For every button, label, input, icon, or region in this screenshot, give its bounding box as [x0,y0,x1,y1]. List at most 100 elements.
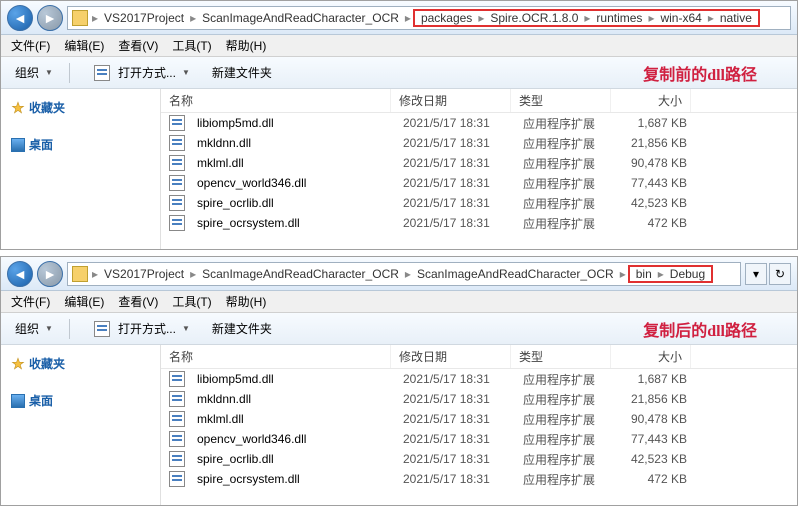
menu-tools[interactable]: 工具(T) [166,291,217,312]
dll-file-icon [169,431,185,447]
menu-help[interactable]: 帮助(H) [220,291,273,312]
table-row[interactable]: spire_ocrsystem.dll2021/5/17 18:31应用程序扩展… [161,213,797,233]
dropdown-button[interactable]: ▾ [745,263,767,285]
table-row[interactable]: libiomp5md.dll2021/5/17 18:31应用程序扩展1,687… [161,113,797,133]
col-type[interactable]: 类型 [511,345,611,368]
organize-button[interactable]: 组织▼ [9,62,59,83]
breadcrumb-item[interactable]: ScanImageAndReadCharacter_OCR [198,267,403,281]
breadcrumb-item[interactable]: VS2017Project [100,267,188,281]
explorer-window-top: ◄ ► ▸ VS2017Project ▸ ScanImageAndReadCh… [0,0,798,250]
menu-file[interactable]: 文件(F) [5,291,56,312]
breadcrumb-item[interactable]: Spire.OCR.1.8.0 [486,11,582,25]
breadcrumb[interactable]: ▸ VS2017Project ▸ ScanImageAndReadCharac… [67,262,741,286]
chevron-right-icon: ▸ [403,11,413,25]
chevron-right-icon: ▸ [706,11,716,25]
file-type: 应用程序扩展 [515,391,615,408]
chevron-right-icon: ▸ [656,267,666,281]
file-name: mkldnn.dll [189,392,395,406]
sidebar-label: 桌面 [29,136,53,153]
file-size: 472 KB [615,216,695,230]
breadcrumb-item[interactable]: packages [417,11,476,25]
dll-file-icon [169,451,185,467]
refresh-button[interactable]: ↻ [769,263,791,285]
file-size: 42,523 KB [615,196,695,210]
table-row[interactable]: spire_ocrlib.dll2021/5/17 18:31应用程序扩展42,… [161,449,797,469]
chevron-down-icon: ▼ [182,68,190,77]
file-name: opencv_world346.dll [189,432,395,446]
file-type: 应用程序扩展 [515,411,615,428]
col-size[interactable]: 大小 [611,89,691,112]
menu-edit[interactable]: 编辑(E) [58,35,110,56]
file-name: mkldnn.dll [189,136,395,150]
back-button[interactable]: ◄ [7,5,33,31]
new-folder-button[interactable]: 新建文件夹 [206,62,278,83]
back-button[interactable]: ◄ [7,261,33,287]
menu-help[interactable]: 帮助(H) [220,35,273,56]
breadcrumb-item[interactable]: native [716,11,756,25]
desktop-icon [11,138,25,152]
col-type[interactable]: 类型 [511,89,611,112]
file-name: spire_ocrlib.dll [189,452,395,466]
sidebar-favorites[interactable]: 收藏夹 [7,351,154,376]
forward-button[interactable]: ► [37,261,63,287]
breadcrumb[interactable]: ▸ VS2017Project ▸ ScanImageAndReadCharac… [67,6,791,30]
file-size: 90,478 KB [615,156,695,170]
file-type: 应用程序扩展 [515,371,615,388]
chevron-right-icon: ▸ [188,267,198,281]
breadcrumb-item[interactable]: Debug [666,267,709,281]
menu-view[interactable]: 查看(V) [112,291,164,312]
sidebar-desktop[interactable]: 桌面 [7,388,154,413]
file-date: 2021/5/17 18:31 [395,136,515,150]
breadcrumb-item[interactable]: VS2017Project [100,11,188,25]
file-date: 2021/5/17 18:31 [395,176,515,190]
file-name: opencv_world346.dll [189,176,395,190]
open-with-button[interactable]: 打开方式...▼ [80,62,196,83]
organize-button[interactable]: 组织▼ [9,318,59,339]
chevron-right-icon: ▸ [618,267,628,281]
table-row[interactable]: mklml.dll2021/5/17 18:31应用程序扩展90,478 KB [161,409,797,429]
chevron-right-icon: ▸ [90,267,100,281]
menu-view[interactable]: 查看(V) [112,35,164,56]
breadcrumb-item[interactable]: runtimes [592,11,646,25]
forward-button[interactable]: ► [37,5,63,31]
table-row[interactable]: mklml.dll2021/5/17 18:31应用程序扩展90,478 KB [161,153,797,173]
table-row[interactable]: spire_ocrlib.dll2021/5/17 18:31应用程序扩展42,… [161,193,797,213]
sidebar-favorites[interactable]: 收藏夹 [7,95,154,120]
table-row[interactable]: mkldnn.dll2021/5/17 18:31应用程序扩展21,856 KB [161,133,797,153]
breadcrumb-item[interactable]: bin [632,267,656,281]
open-with-button[interactable]: 打开方式...▼ [80,318,196,339]
col-name[interactable]: 名称 [161,89,391,112]
sidebar-label: 桌面 [29,392,53,409]
breadcrumb-item[interactable]: win-x64 [656,11,705,25]
table-row[interactable]: libiomp5md.dll2021/5/17 18:31应用程序扩展1,687… [161,369,797,389]
col-date[interactable]: 修改日期 [391,345,511,368]
file-type: 应用程序扩展 [515,215,615,232]
desktop-icon [11,394,25,408]
file-list: 名称 修改日期 类型 大小 libiomp5md.dll2021/5/17 18… [161,345,797,505]
separator [69,319,70,339]
breadcrumb-item[interactable]: ScanImageAndReadCharacter_OCR [413,267,618,281]
file-size: 77,443 KB [615,432,695,446]
menu-tools[interactable]: 工具(T) [166,35,217,56]
table-row[interactable]: mkldnn.dll2021/5/17 18:31应用程序扩展21,856 KB [161,389,797,409]
body-area: 收藏夹 桌面 名称 修改日期 类型 大小 libiomp5md.dll2021/… [1,345,797,505]
col-size[interactable]: 大小 [611,345,691,368]
sidebar-desktop[interactable]: 桌面 [7,132,154,157]
menu-edit[interactable]: 编辑(E) [58,291,110,312]
col-date[interactable]: 修改日期 [391,89,511,112]
breadcrumb-item[interactable]: ScanImageAndReadCharacter_OCR [198,11,403,25]
col-name[interactable]: 名称 [161,345,391,368]
file-type: 应用程序扩展 [515,195,615,212]
table-row[interactable]: opencv_world346.dll2021/5/17 18:31应用程序扩展… [161,429,797,449]
file-size: 21,856 KB [615,392,695,406]
new-folder-button[interactable]: 新建文件夹 [206,318,278,339]
dll-file-icon [169,391,185,407]
menu-bar: 文件(F) 编辑(E) 查看(V) 工具(T) 帮助(H) [1,35,797,57]
chevron-right-icon: ▸ [582,11,592,25]
menu-file[interactable]: 文件(F) [5,35,56,56]
dll-file-icon [169,371,185,387]
table-row[interactable]: spire_ocrsystem.dll2021/5/17 18:31应用程序扩展… [161,469,797,489]
body-area: 收藏夹 桌面 名称 修改日期 类型 大小 libiomp5md.dll2021/… [1,89,797,249]
table-row[interactable]: opencv_world346.dll2021/5/17 18:31应用程序扩展… [161,173,797,193]
file-name: spire_ocrlib.dll [189,196,395,210]
